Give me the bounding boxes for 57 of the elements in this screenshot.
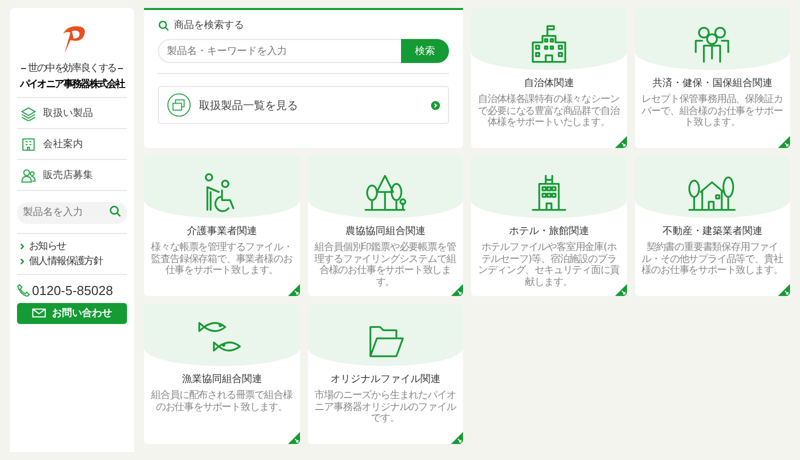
category-title: オリジナルファイル関連 [330,372,440,386]
search-icon [158,20,169,30]
people-icon [21,168,36,182]
phone-icon [17,284,30,296]
category-description: 組合員に配布される冊票で組合様のお仕事をサポート致します。 [150,390,294,413]
phone-number: 0120-5-85028 [32,282,113,298]
keyword-field[interactable]: 製品名・キーワードを入力 [158,39,401,63]
building-icon [21,136,36,152]
chevron-icon [20,242,25,250]
tagline: 世の中を効率良くする [28,62,116,75]
category-description: レセプト保管事務用品、保険証カバーで、組合様のお仕事をサポート致します。 [640,94,784,128]
nav-item[interactable]: 会社案内 [17,129,127,160]
category-card[interactable]: 共済・健保・国保組合関連 レセプト保管事務用品、保険証カバーで、組合様のお仕事をサポート致します。 [634,8,790,148]
search-heading: 商品を検索する [174,18,244,32]
category-card[interactable]: 漁業協同組合関連 組合員に配布される冊票で組合様のお仕事をサポート致します。 [144,304,300,444]
corner-arrow-icon [451,284,463,296]
category-title: 共済・健保・国保組合関連 [652,76,772,90]
layers-icon [21,106,36,120]
category-title: 漁業協同組合関連 [182,372,262,386]
category-title: 不動産・建築業者関連 [662,224,762,238]
corner-arrow-icon [778,136,790,148]
category-title: 介護事業者関連 [186,224,257,238]
sidebar-link[interactable]: お知らせ [29,239,66,253]
category-card[interactable]: 自治体関連 自治体様各課特有の様々なシーンで必要になる豊富な商品群で自治体様をサポートいたします。 [471,8,626,148]
corner-arrow-icon [614,136,626,148]
corner-arrow-icon [288,432,300,444]
sidebar-link[interactable]: 個人情報保護方針 [29,254,103,268]
nav-item[interactable]: 販売店募集 [17,160,127,191]
category-title: ホテル・旅館関連 [508,224,589,238]
category-description: 契約書の重要書類保存用ファイル・その他サプライ品等で、貴社様のお仕事をサポート致します。 [640,242,784,276]
catalog-link[interactable]: 取扱製品一覧を見る [158,86,449,124]
windows-icon [167,93,191,117]
arrow-circle-icon [431,100,440,110]
category-description: ホテルファイルや客室用金庫(ホテルセーフ)等、宿泊施設のブランディング、セキュリティ面に貢献します。 [477,242,620,288]
category-description: 様々な帳票を管理するファイル・監査告録保存箱で、事業者様のお仕事をサポート致します。 [150,242,294,276]
corner-arrow-icon [451,432,463,444]
company-name: パイオニア事務器株式会社 [17,77,127,98]
category-description: 自治体様各課特有の様々なシーンで必要になる豊富な商品群で自治体様をサポートいたします。 [477,94,620,128]
search-field[interactable]: 製品名を入力 [17,202,127,224]
chevron-icon [20,258,25,264]
contact-button[interactable]: お問い合わせ [17,302,127,324]
nav-item[interactable]: 取扱い製品 [17,98,127,129]
corner-arrow-icon [288,284,300,296]
category-card[interactable]: 介護事業者関連 様々な帳票を管理するファイル・監査告録保存箱で、事業者様のお仕事をサポート致します。 [144,156,300,296]
mail-icon [32,308,46,318]
search-icon[interactable] [109,205,121,217]
search-button[interactable]: 検索 [401,39,449,63]
category-title: 農協協同組合関連 [345,224,426,238]
corner-arrow-icon [614,284,626,296]
category-title: 自治体関連 [524,76,574,90]
corner-arrow-icon [778,284,790,296]
category-card[interactable]: オリジナルファイル関連 市場のニーズから生まれたパイオニア事務器オリジナルのファイルです。 [308,304,463,444]
category-description: 市場のニーズから生まれたパイオニア事務器オリジナルのファイルです。 [314,390,457,424]
category-card[interactable]: 農協協同組合関連 組合員個別印鑑票や必要帳票を管理するファイリングシステムで組合様のお仕事をサポート致します。 [308,156,463,296]
category-card[interactable]: ホテル・旅館関連 ホテルファイルや客室用金庫(ホテルセーフ)等、宿泊施設のブランディング、セキュリティ面に貢献します。 [471,156,626,296]
category-description: 組合員個別印鑑票や必要帳票を管理するファイリングシステムで組合様のお仕事をサポート致します。 [314,242,457,288]
category-card[interactable]: 不動産・建築業者関連 契約書の重要書類保存用ファイル・その他サプライ品等で、貴社様のお仕事をサポート致します。 [634,156,790,296]
